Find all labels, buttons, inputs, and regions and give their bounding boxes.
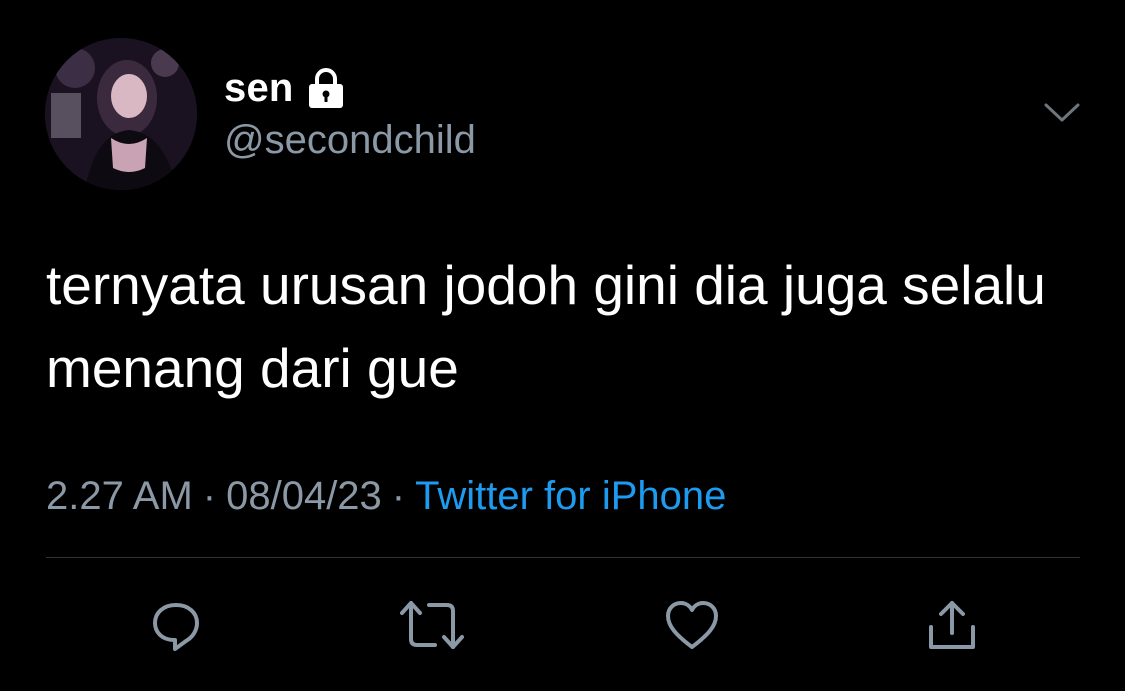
divider: [46, 557, 1080, 558]
meta-separator: ·: [391, 474, 406, 518]
meta-separator: ·: [202, 474, 217, 518]
share-icon: [929, 601, 975, 649]
retweet-button[interactable]: [397, 590, 467, 660]
lock-icon: [306, 67, 346, 109]
avatar-photo: [45, 38, 197, 190]
reply-button[interactable]: [141, 590, 211, 660]
display-name[interactable]: sen: [224, 66, 294, 111]
avatar[interactable]: [45, 38, 197, 190]
tweet: sen @secondchild ternyata urusan jodoh g…: [0, 0, 1125, 691]
chevron-down-icon[interactable]: [1043, 100, 1081, 126]
author-name-row: sen: [224, 66, 346, 110]
reply-icon: [153, 603, 199, 651]
tweet-source-link[interactable]: Twitter for iPhone: [415, 474, 726, 518]
handle[interactable]: @secondchild: [224, 118, 476, 163]
share-button[interactable]: [917, 590, 987, 660]
like-button[interactable]: [657, 590, 727, 660]
tweet-time: 2.27 AM: [46, 474, 193, 518]
tweet-meta: 2.27 AM · 08/04/23 · Twitter for iPhone: [46, 474, 726, 519]
retweet-icon: [400, 601, 464, 649]
tweet-text: ternyata urusan jodoh gini dia juga sela…: [46, 254, 1046, 399]
tweet-date: 08/04/23: [226, 474, 382, 518]
action-bar: [0, 590, 1125, 660]
heart-icon: [666, 601, 718, 649]
